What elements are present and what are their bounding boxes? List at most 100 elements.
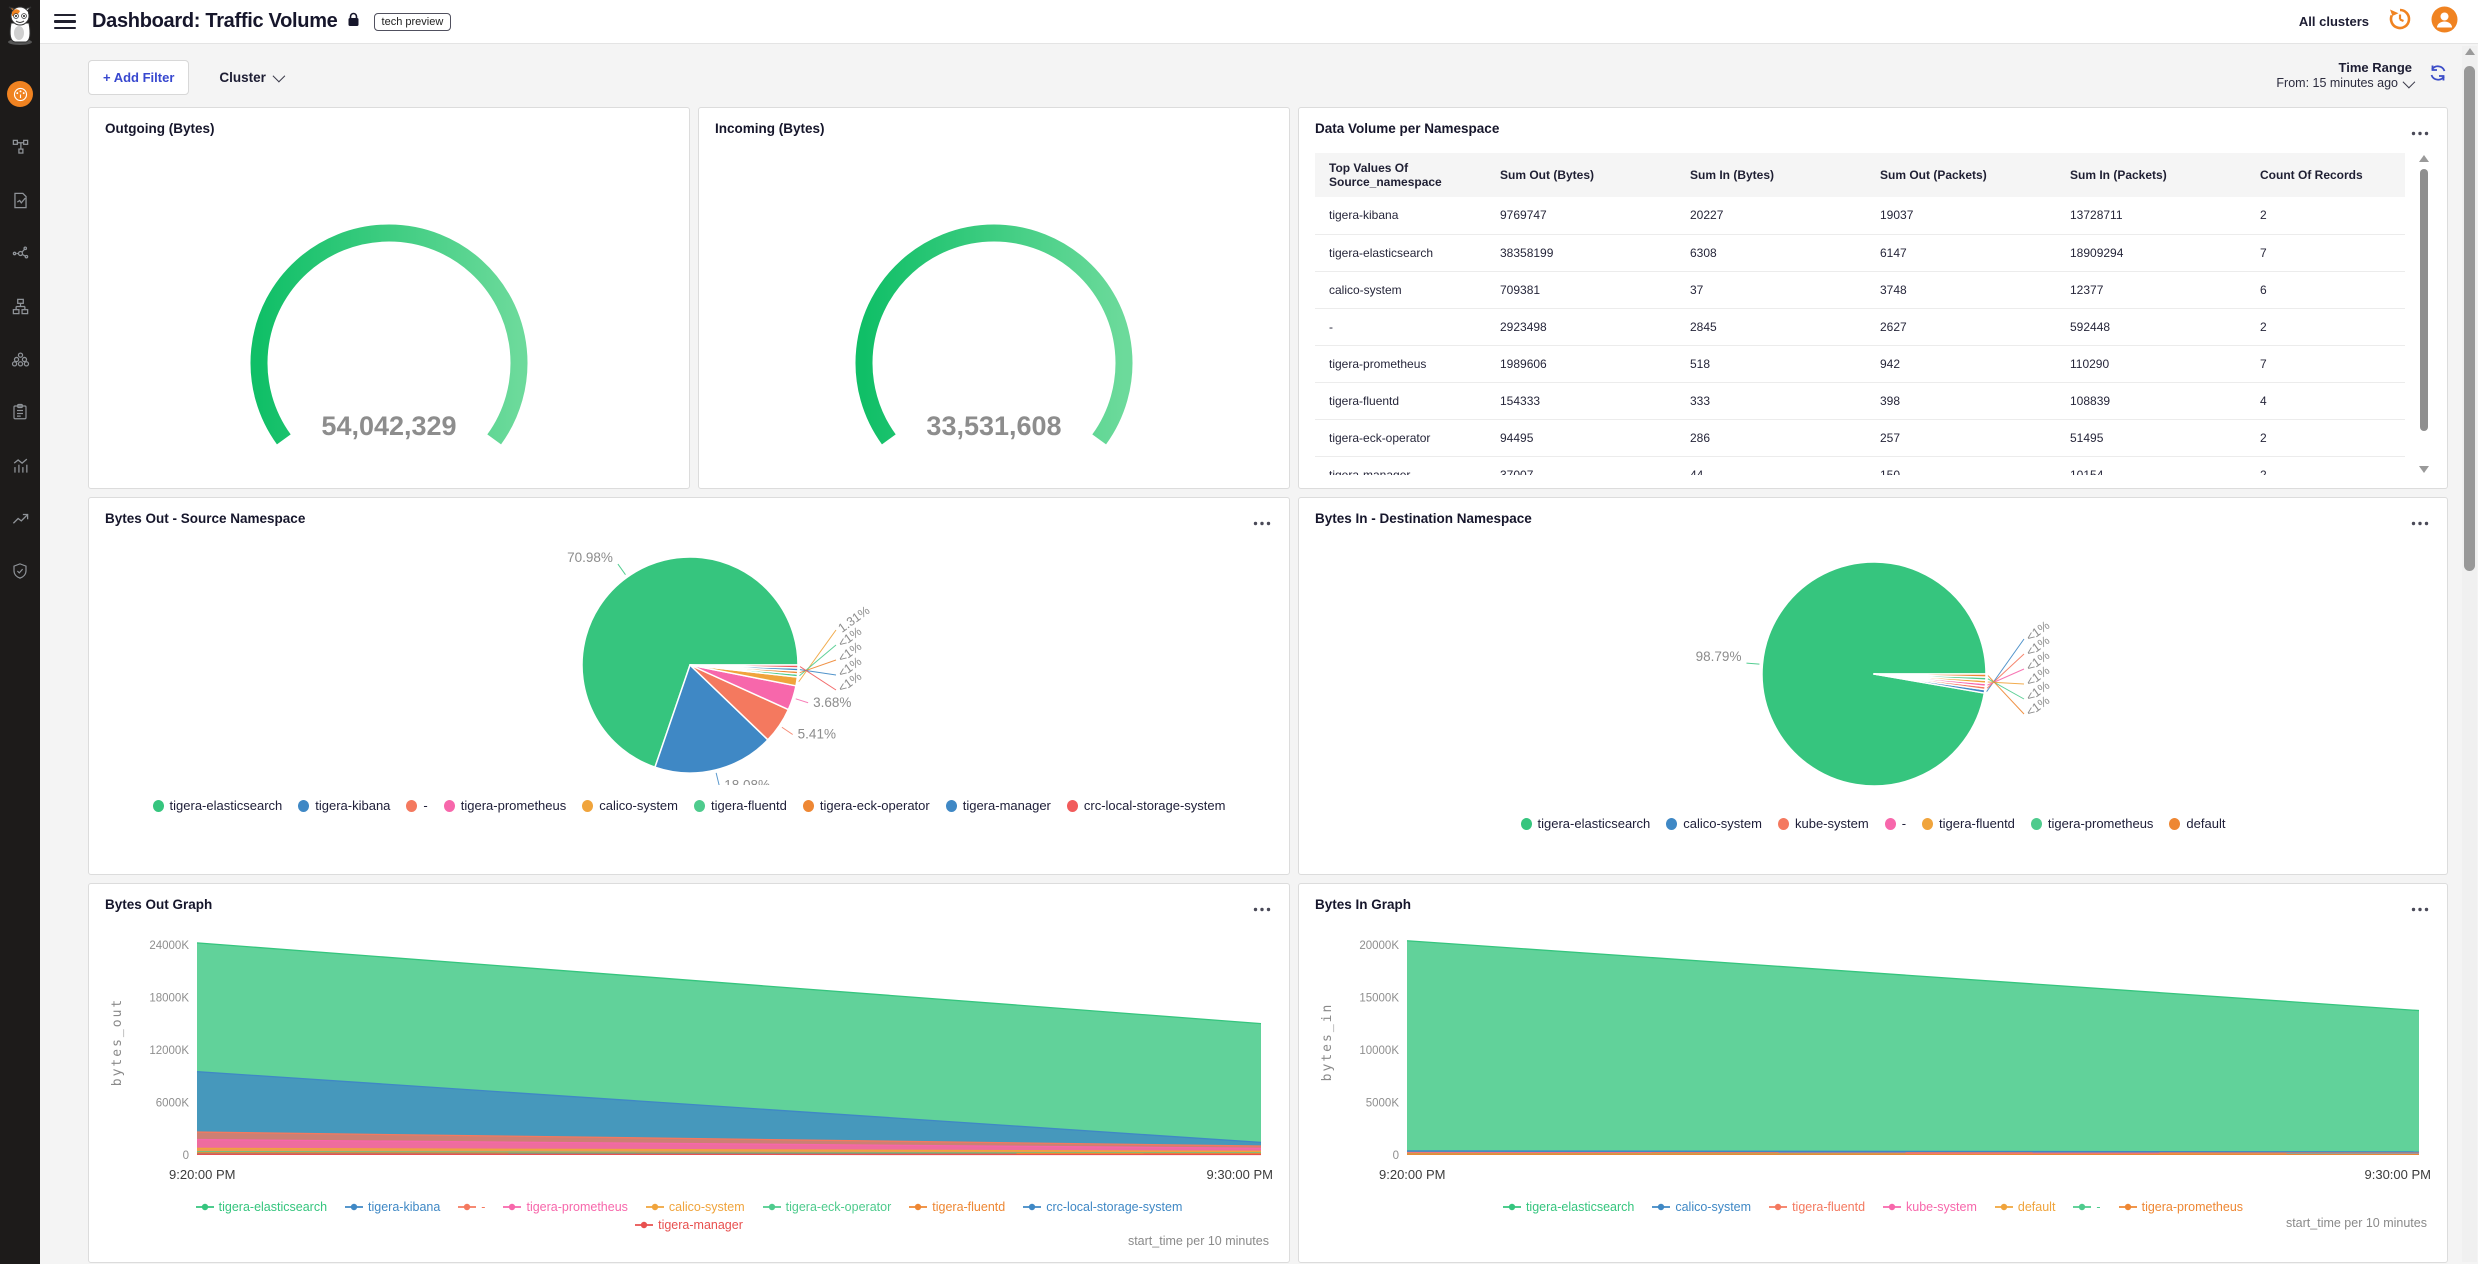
legend-item[interactable]: - (2073, 1200, 2100, 1214)
legend-item[interactable]: tigera-prometheus (2031, 816, 2154, 831)
legend-item[interactable]: crc-local-storage-system (1067, 798, 1226, 813)
legend-label: tigera-manager (658, 1218, 743, 1232)
legend-item[interactable]: tigera-manager (946, 798, 1051, 813)
column-header[interactable]: Sum In (Bytes) (1680, 153, 1870, 197)
table-row: tigera-fluentd1543333333981088394 (1315, 382, 2405, 419)
svg-text:9:30:00 PM: 9:30:00 PM (1207, 1167, 1274, 1182)
more-menu-icon[interactable] (2409, 121, 2431, 143)
cluster-selector[interactable]: All clusters (2299, 14, 2369, 29)
service-graph-icon[interactable] (7, 134, 33, 160)
legend-item[interactable]: - (406, 798, 427, 813)
trends-icon[interactable] (7, 505, 33, 531)
bytes-in-pie-chart[interactable]: 98.79%<1%<1%<1%<1%<1%<1% (1315, 533, 2433, 803)
svg-text:3.68%: 3.68% (813, 695, 851, 710)
scroll-up-icon[interactable] (2465, 48, 2475, 55)
legend-item[interactable]: tigera-manager (635, 1218, 743, 1232)
history-icon[interactable] (2387, 6, 2413, 37)
legend-item[interactable]: tigera-fluentd (694, 798, 787, 813)
svg-text:20000K: 20000K (1359, 940, 1399, 952)
legend-item[interactable]: tigera-prometheus (503, 1200, 627, 1214)
legend-item[interactable]: tigera-eck-operator (763, 1200, 892, 1214)
clusters-icon[interactable] (7, 346, 33, 372)
column-header[interactable]: Sum Out (Packets) (1870, 153, 2060, 197)
legend-item[interactable]: tigera-prometheus (2119, 1200, 2243, 1214)
bytes-out-area-chart[interactable]: 06000K12000K18000K24000K9:20:00 PM9:30:0… (105, 919, 1275, 1191)
bytes-in-area-chart[interactable]: 05000K10000K15000K20000K9:20:00 PM9:30:0… (1315, 919, 2433, 1191)
legend-item[interactable]: crc-local-storage-system (1023, 1200, 1182, 1214)
column-header[interactable]: Sum Out (Bytes) (1490, 153, 1680, 197)
avatar-icon[interactable] (2431, 6, 2458, 38)
incoming-bytes-gauge[interactable]: 33,531,608 (754, 193, 1234, 473)
scroll-thumb[interactable] (2464, 66, 2475, 571)
statistics-icon[interactable] (7, 452, 33, 478)
svg-text:5.41%: 5.41% (798, 727, 836, 742)
legend-item[interactable]: tigera-fluentd (1769, 1200, 1865, 1214)
legend-item[interactable]: tigera-kibana (298, 798, 390, 813)
column-header[interactable]: Count Of Records (2250, 153, 2405, 197)
network-hierarchy-icon[interactable] (7, 293, 33, 319)
legend-label: tigera-elasticsearch (170, 798, 283, 813)
refresh-icon[interactable] (2428, 63, 2448, 88)
area-legend: tigera-elasticsearch tigera-kibana - tigera… (139, 1200, 1239, 1232)
dashboard-icon[interactable] (7, 81, 33, 107)
series-marker-icon (196, 1202, 214, 1212)
series-marker-icon (1883, 1202, 1901, 1212)
compliance-reports-icon[interactable] (7, 399, 33, 425)
cluster-filter-dropdown[interactable]: Cluster (219, 70, 282, 85)
legend-item[interactable]: tigera-fluentd (909, 1200, 1005, 1214)
legend-label: calico-system (1675, 1200, 1751, 1214)
legend-item[interactable]: default (1995, 1200, 2056, 1214)
policies-icon[interactable] (7, 187, 33, 213)
table-row: tigera-manager3700744150101542 (1315, 456, 2405, 475)
card-title: Bytes In - Destination Namespace (1315, 511, 1532, 526)
legend-label: - (481, 1200, 485, 1214)
card-title: Outgoing (Bytes) (105, 121, 215, 136)
legend-item[interactable]: kube-system (1778, 816, 1869, 831)
legend-label: tigera-prometheus (2048, 816, 2154, 831)
menu-icon[interactable] (54, 14, 76, 30)
column-header[interactable]: Sum In (Packets) (2060, 153, 2250, 197)
legend-item[interactable]: tigera-elasticsearch (153, 798, 283, 813)
page-scrollbar[interactable] (2462, 46, 2477, 1262)
more-menu-icon[interactable] (2409, 897, 2431, 919)
add-filter-button[interactable]: + Add Filter (88, 60, 189, 95)
table-scrollbar[interactable] (2417, 153, 2431, 475)
legend-item[interactable]: tigera-eck-operator (803, 798, 930, 813)
legend-dot-icon (444, 800, 455, 812)
series-marker-icon (2073, 1202, 2091, 1212)
bytes-out-pie-chart[interactable]: 70.98%18.08%5.41%3.68%1.31%<1%<1%<1%<1% (105, 533, 1275, 785)
legend-item[interactable]: default (2169, 816, 2225, 831)
legend-dot-icon (1666, 818, 1677, 830)
security-shield-icon[interactable] (7, 558, 33, 584)
legend-item[interactable]: tigera-elasticsearch (196, 1200, 327, 1214)
legend-item[interactable]: tigera-fluentd (1922, 816, 2015, 831)
more-menu-icon[interactable] (1251, 897, 1273, 919)
legend-item[interactable]: tigera-elasticsearch (1521, 816, 1651, 831)
more-menu-icon[interactable] (2409, 511, 2431, 533)
legend-item[interactable]: tigera-prometheus (444, 798, 567, 813)
legend-item[interactable]: calico-system (1666, 816, 1762, 831)
scroll-down-icon[interactable] (2419, 466, 2429, 473)
more-menu-icon[interactable] (1251, 511, 1273, 533)
legend-item[interactable]: calico-system (582, 798, 678, 813)
series-marker-icon (763, 1202, 781, 1212)
flow-visualization-icon[interactable] (7, 240, 33, 266)
chevron-down-icon (272, 70, 285, 83)
legend-item[interactable]: - (458, 1200, 485, 1214)
legend-item[interactable]: - (1885, 816, 1906, 831)
legend-label: tigera-fluentd (932, 1200, 1005, 1214)
legend-item[interactable]: calico-system (646, 1200, 745, 1214)
svg-text:bytes_in: bytes_in (1320, 1003, 1335, 1082)
scroll-thumb[interactable] (2420, 169, 2428, 431)
page-title: Dashboard: Traffic Volume (92, 10, 338, 33)
series-marker-icon (2119, 1202, 2137, 1212)
legend-item[interactable]: calico-system (1652, 1200, 1751, 1214)
scroll-up-icon[interactable] (2419, 155, 2429, 162)
outgoing-bytes-gauge[interactable]: 54,042,329 (149, 193, 629, 473)
legend-item[interactable]: kube-system (1883, 1200, 1977, 1214)
legend-item[interactable]: tigera-kibana (345, 1200, 440, 1214)
legend-item[interactable]: tigera-elasticsearch (1503, 1200, 1634, 1214)
time-range-value-dropdown[interactable]: From: 15 minutes ago (2276, 76, 2412, 90)
column-header[interactable]: Top Values Of Source_namespace (1315, 153, 1490, 197)
card-bytes-out-graph: Bytes Out Graph 06000K12000K18000K24000K… (88, 883, 1290, 1263)
